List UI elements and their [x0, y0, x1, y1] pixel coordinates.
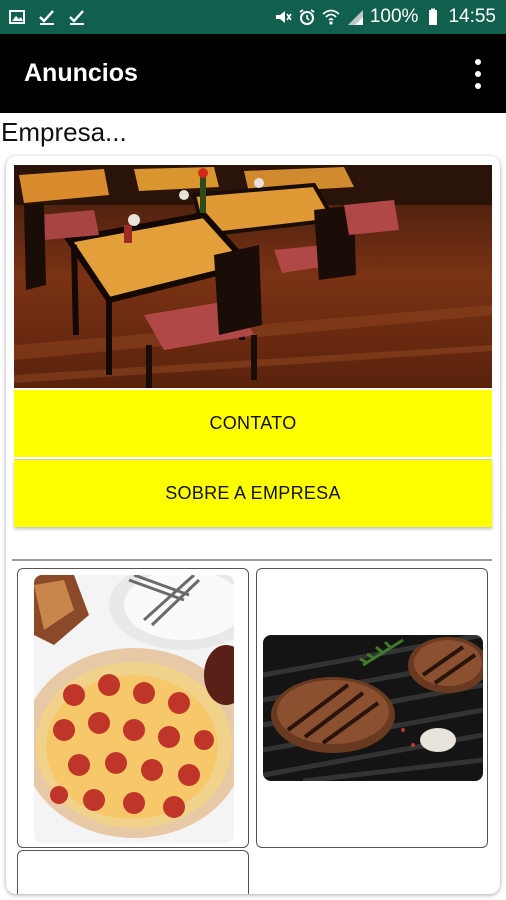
gallery-tile[interactable]	[17, 850, 249, 894]
gallery-tile-pizza[interactable]	[17, 568, 249, 848]
alarm-icon	[298, 8, 316, 26]
check-icon	[68, 8, 86, 26]
check-icon	[38, 8, 56, 26]
status-bar: 100% 14:55	[0, 0, 506, 34]
app-title: Anuncios	[24, 59, 138, 87]
divider	[12, 559, 492, 561]
company-card: CONTATO SOBRE A EMPRESA	[6, 156, 500, 894]
pizza-photo	[34, 575, 234, 843]
wifi-icon	[322, 8, 340, 26]
signal-icon	[346, 8, 364, 26]
mute-icon	[274, 8, 292, 26]
battery-icon	[424, 8, 442, 26]
restaurant-photo	[14, 165, 492, 388]
battery-percent: 100%	[369, 6, 419, 27]
overflow-menu-icon[interactable]	[472, 58, 484, 89]
app-bar: Anuncios	[0, 34, 506, 113]
clock-time: 14:55	[448, 6, 496, 27]
image-icon	[8, 8, 26, 26]
gallery-tile-burger[interactable]	[256, 568, 488, 848]
contact-button[interactable]: CONTATO	[14, 390, 492, 457]
company-label: Empresa...	[1, 117, 127, 147]
about-company-button[interactable]: SOBRE A EMPRESA	[14, 459, 492, 527]
burger-photo	[263, 635, 483, 781]
